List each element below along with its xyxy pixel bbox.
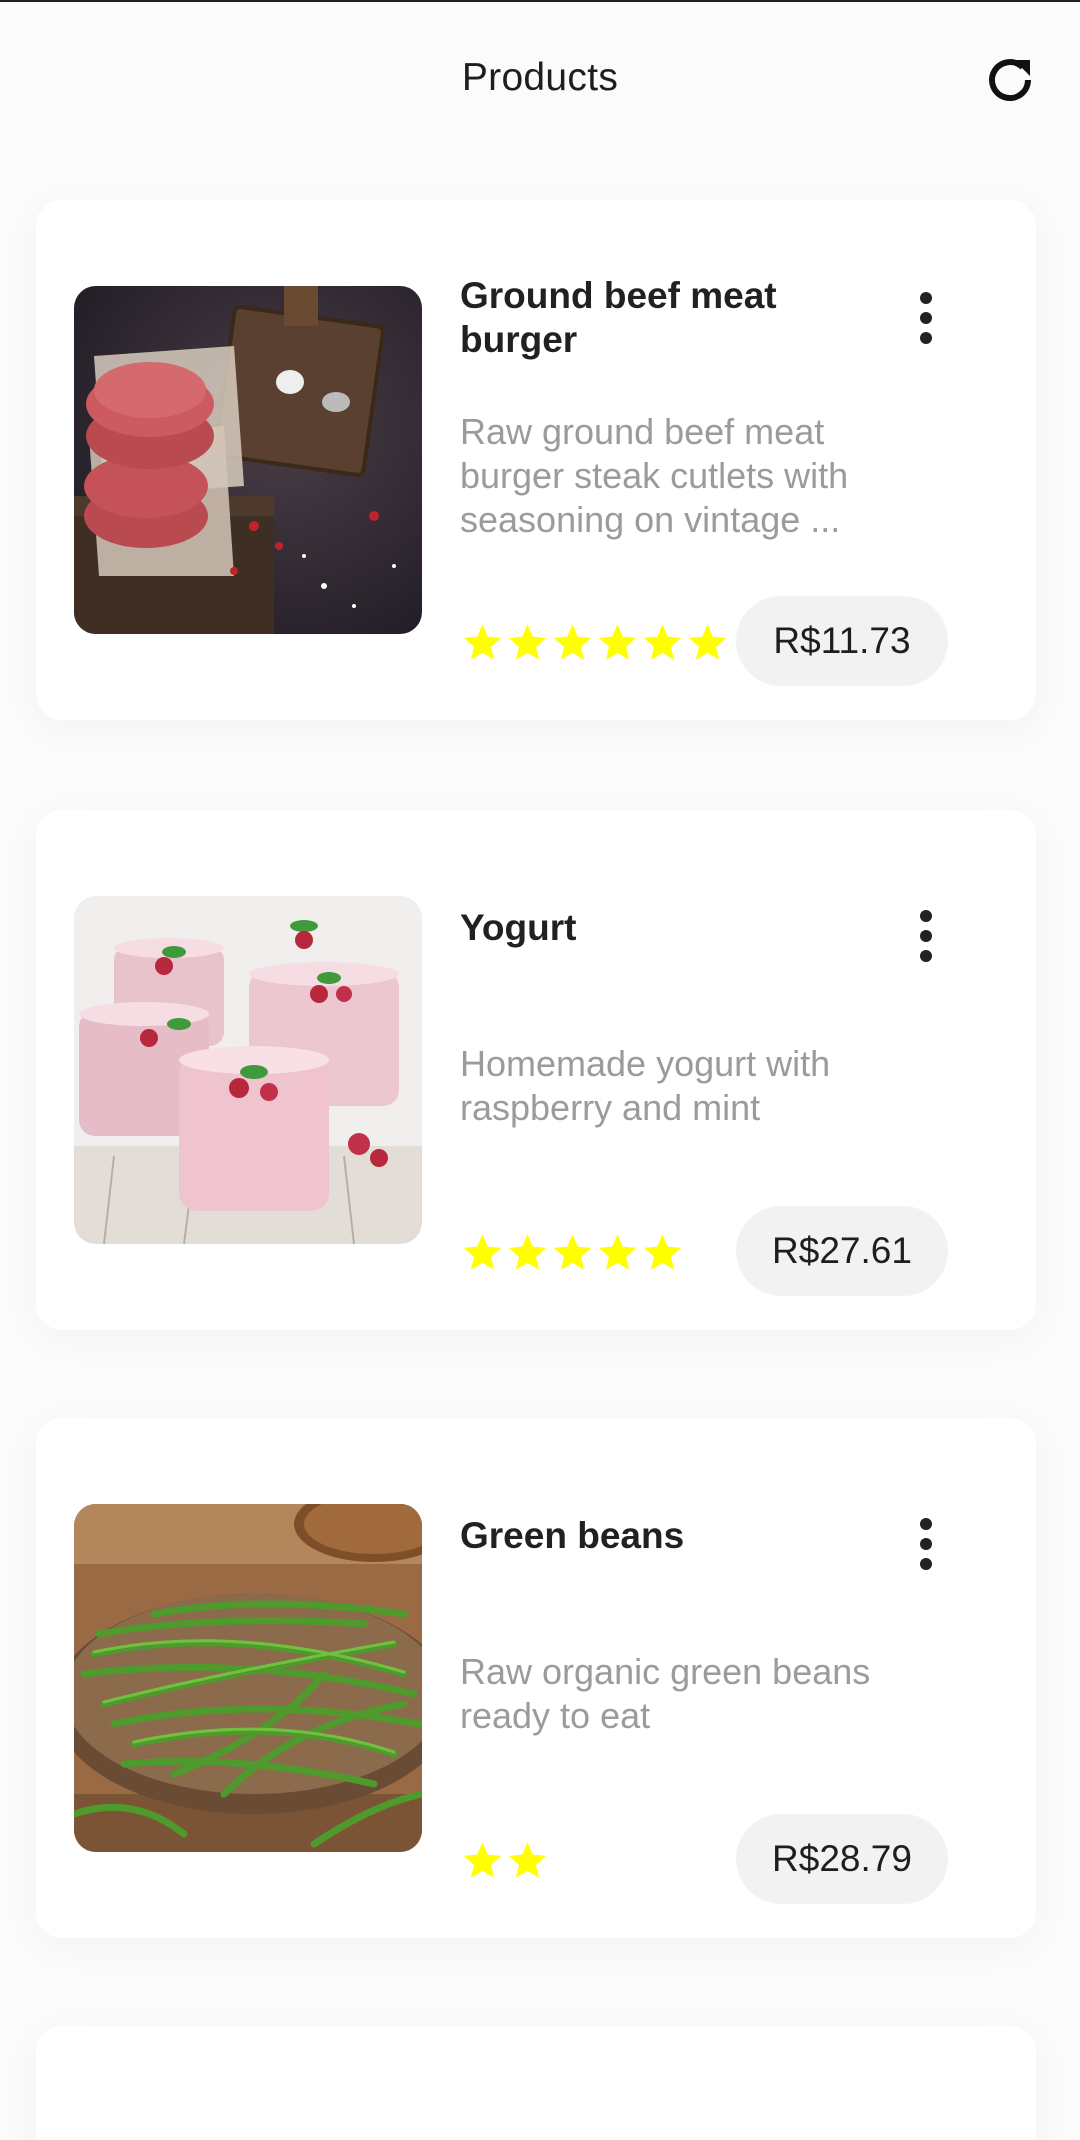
page-title: Products [461, 56, 619, 99]
more-options-button[interactable] [898, 906, 954, 968]
refresh-button[interactable] [982, 52, 1038, 108]
more-vert-icon [920, 1518, 932, 1530]
product-image [74, 896, 422, 1244]
star-icon [508, 624, 547, 660]
product-description: Raw organic green beans ready to eat [460, 1651, 871, 1736]
more-options-button[interactable] [898, 1514, 954, 1576]
star-icon [463, 1842, 502, 1878]
product-image [74, 1504, 422, 1852]
product-card[interactable]: Yogurt Homemade yogurt with raspberry an… [36, 810, 1036, 1330]
app-bar: Products [0, 2, 1080, 152]
star-icon [553, 1234, 592, 1270]
product-name: Yogurt [460, 907, 577, 948]
star-icon [508, 1842, 547, 1878]
star-icon [643, 624, 682, 660]
product-description: Raw ground beef meat burger steak cutlet… [460, 411, 849, 540]
more-vert-icon [920, 292, 932, 304]
star-rating [460, 620, 730, 666]
star-icon [643, 1234, 682, 1270]
star-icon [508, 1234, 547, 1270]
product-image [74, 286, 422, 634]
price-badge[interactable]: R$27.61 [736, 1206, 948, 1296]
star-icon [553, 624, 592, 660]
price-badge[interactable]: R$11.73 [736, 596, 948, 686]
product-name: Green beans [460, 1515, 685, 1556]
star-icon [688, 624, 727, 660]
star-icon [598, 1234, 637, 1270]
price-badge[interactable]: R$28.79 [736, 1814, 948, 1904]
product-card[interactable]: Ground beef meat burger Raw ground beef … [36, 200, 1036, 720]
more-vert-icon [920, 910, 932, 922]
products-screen: Products Ground beef meat burger Raw gro… [0, 0, 1080, 2140]
star-rating [460, 1838, 550, 1884]
refresh-icon [989, 59, 1032, 102]
star-rating [460, 1230, 685, 1276]
product-card[interactable]: Green beans Raw organic green beans read… [36, 1418, 1036, 1938]
star-icon [463, 624, 502, 660]
star-icon [463, 1234, 502, 1270]
product-description: Homemade yogurt with raspberry and mint [460, 1043, 831, 1128]
star-icon [598, 624, 637, 660]
product-card[interactable] [36, 2026, 1036, 2140]
product-name: Ground beef meat burger [460, 275, 777, 360]
more-options-button[interactable] [898, 288, 954, 350]
